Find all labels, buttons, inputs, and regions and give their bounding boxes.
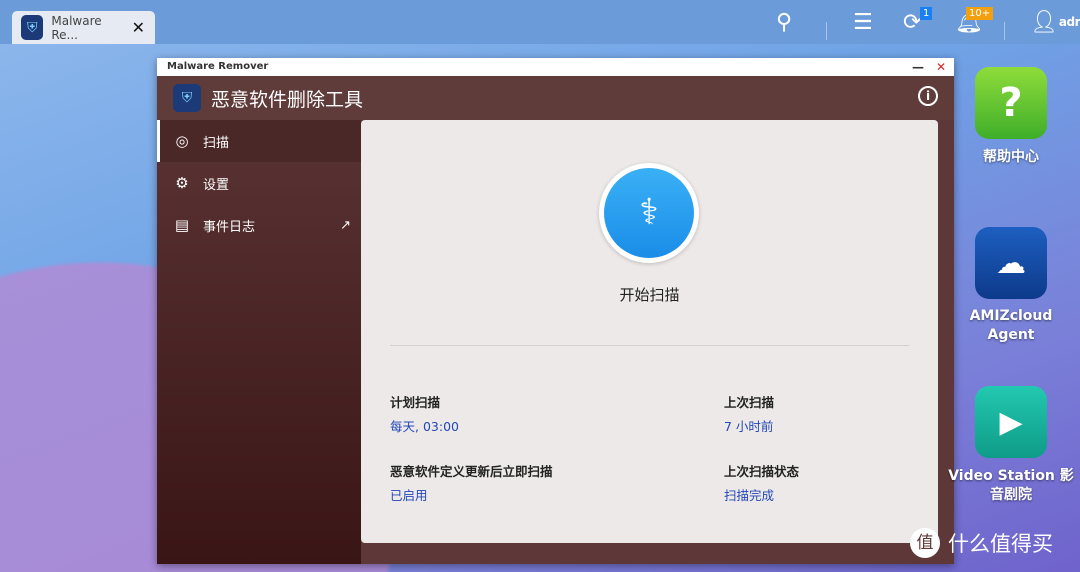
field-value[interactable]: 每天, 03:00 <box>390 416 459 435</box>
watermark: 值什么值得买 <box>910 528 1053 558</box>
window-titlebar: Malware Remover — ✕ <box>157 58 954 76</box>
field-value[interactable]: 已启用 <box>390 485 553 504</box>
divider <box>826 22 827 40</box>
external-link-icon[interactable]: ↗ <box>340 218 351 233</box>
help-center-icon[interactable]: ? <box>975 67 1047 139</box>
video-station-icon[interactable]: ▶ <box>975 386 1047 458</box>
app-logo-icon: ⛨ <box>173 84 201 112</box>
sidebar-item-event-log[interactable]: ▤ 事件日志 ↗ <box>157 204 361 246</box>
field-value[interactable]: 扫描完成 <box>724 485 799 504</box>
scheduled-scan-field: 计划扫描每天, 03:00 <box>390 392 459 435</box>
minimize-button[interactable]: — <box>912 58 924 76</box>
malware-remover-app-icon: ⛨ <box>21 15 44 40</box>
sidebar: ◎ 扫描 ⚙ 设置 ▤ 事件日志 ↗ <box>157 120 361 564</box>
app-title: 恶意软件删除工具 <box>211 88 364 111</box>
malware-remover-window: Malware Remover — ✕ ⛨ 恶意软件删除工具 i ◎ 扫描 ⚙ 设置 … <box>157 58 954 564</box>
search-icon[interactable]: ⚲ <box>776 10 792 35</box>
close-icon[interactable]: ✕ <box>132 18 145 37</box>
field-label: 上次扫描状态 <box>724 464 800 479</box>
start-scan-button[interactable]: ⚕ <box>599 163 699 263</box>
field-value: 7 小时前 <box>724 419 774 434</box>
field-label: 上次扫描 <box>724 395 775 410</box>
sync-badge: 1 <box>920 7 933 20</box>
sidebar-item-settings[interactable]: ⚙ 设置 <box>157 162 361 204</box>
info-icon[interactable]: i <box>918 86 938 106</box>
field-label: 计划扫描 <box>390 395 441 410</box>
desktop-label[interactable]: AMIZcloud Agent <box>946 307 1076 345</box>
close-button[interactable]: ✕ <box>936 58 946 76</box>
sidebar-item-scan[interactable]: ◎ 扫描 <box>157 120 361 162</box>
document-icon: ▤ <box>174 216 190 234</box>
notification-badge: 10+ <box>966 7 994 20</box>
scan-after-update-field: 恶意软件定义更新后立即扫描已启用 <box>390 461 553 504</box>
radar-icon: ◎ <box>175 132 189 150</box>
divider <box>1004 22 1005 40</box>
watermark-logo: 值 <box>910 528 940 558</box>
taskbar-tab-malware-remover[interactable]: ⛨ Malware Re... ✕ <box>12 11 155 44</box>
sidebar-item-label: 设置 <box>203 177 230 193</box>
scan-panel: ⚕ 开始扫描 计划扫描每天, 03:00 上次扫描 7 小时前 恶意软件定义更新后… <box>361 120 938 543</box>
gear-icon: ⚙ <box>175 174 189 192</box>
stethoscope-icon: ⚕ <box>604 168 694 258</box>
last-scan-status-field: 上次扫描状态扫描完成 <box>724 461 799 504</box>
user-icon[interactable]: 👤︎ <box>1030 10 1058 35</box>
sync-icon[interactable]: ⟳ <box>903 10 921 35</box>
sidebar-item-label: 事件日志 <box>203 219 256 235</box>
desktop-label[interactable]: 帮助中心 <box>946 148 1076 167</box>
app-header: ⛨ 恶意软件删除工具 i <box>157 76 954 120</box>
sidebar-item-label: 扫描 <box>203 135 230 151</box>
field-label: 恶意软件定义更新后立即扫描 <box>390 464 553 479</box>
tab-title: Malware Re... <box>51 13 102 42</box>
username[interactable]: adr <box>1059 15 1080 29</box>
start-scan-label[interactable]: 开始扫描 <box>361 284 938 305</box>
watermark-text: 什么值得买 <box>948 532 1053 556</box>
divider <box>390 345 909 346</box>
desktop-label[interactable]: Video Station 影音剧院 <box>946 467 1076 505</box>
task-monitor-icon[interactable]: ☰ <box>853 10 873 35</box>
last-scan-field: 上次扫描 7 小时前 <box>724 392 774 435</box>
window-title: Malware Remover <box>167 61 269 72</box>
amizcloud-icon[interactable]: ☁ <box>975 227 1047 299</box>
